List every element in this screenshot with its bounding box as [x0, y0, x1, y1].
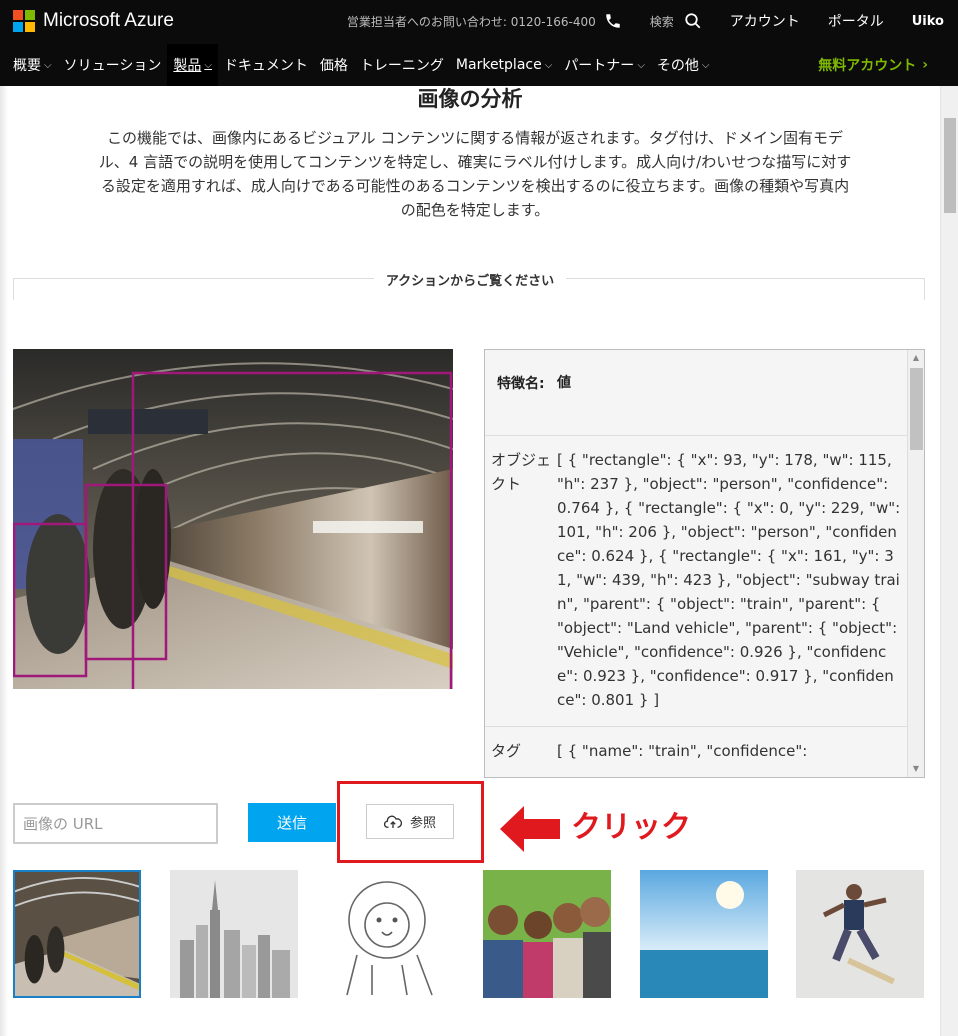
submit-button[interactable]: 送信	[248, 803, 336, 842]
nav-pricing[interactable]: 価格	[314, 44, 354, 86]
nav-marketplace-label: Marketplace	[455, 57, 542, 73]
analyzed-image	[13, 349, 453, 689]
feature-name-objects: オブジェクト	[491, 451, 552, 493]
nav-more[interactable]: その他 ⌵	[651, 44, 716, 86]
skateboarder-thumbnail	[796, 870, 924, 998]
nav-products-label: 製品	[173, 58, 202, 74]
arrow-left-icon	[500, 806, 560, 852]
family-thumbnail	[483, 870, 611, 998]
browse-label: 参照	[409, 816, 436, 831]
nav-training[interactable]: トレーニング	[354, 44, 450, 86]
nav-products[interactable]: 製品 ⌵	[167, 44, 218, 86]
top-header: Microsoft Azure 営業担当者へのお問い合わせ: 0120-166-…	[0, 0, 958, 86]
chevron-down-icon: ⌵	[44, 59, 52, 71]
nav-solutions[interactable]: ソリューション	[58, 44, 168, 86]
sample-thumb-skater[interactable]	[796, 870, 924, 998]
ocean-thumbnail	[640, 870, 768, 998]
nav-more-label: その他	[656, 58, 699, 74]
feature-value-objects: [ { "rectangle": { "x": 93, "y": 178, "w…	[557, 451, 901, 709]
results-panel[interactable]: 特徴名: 値 オブジェクト [ { "rectangle": { "x": 93…	[484, 349, 925, 778]
image-url-input[interactable]	[13, 803, 218, 844]
phone-icon	[605, 14, 620, 28]
sample-thumb-lion[interactable]	[327, 870, 455, 998]
results-scrollbar-thumb[interactable]	[910, 368, 923, 450]
contact-text: 営業担当者へのお問い合わせ: 0120-166-400	[346, 14, 596, 29]
page-scrollbar[interactable]	[940, 86, 958, 1036]
nav-overview[interactable]: 概要 ⌵	[0, 44, 58, 86]
user-name[interactable]: Uiko	[912, 14, 944, 29]
section-header: アクションからご覧ください	[0, 270, 940, 289]
microsoft-logo-icon	[13, 10, 35, 32]
sample-thumb-city[interactable]	[170, 870, 298, 998]
nav-pricing-label: 価格	[319, 58, 348, 74]
header-utilities: 営業担当者へのお問い合わせ: 0120-166-400 検索 アカウント ポータ…	[347, 10, 958, 32]
brand-name: Microsoft Azure	[43, 10, 174, 31]
scroll-up-icon[interactable]: ▲	[908, 350, 924, 366]
results-scrollbar[interactable]: ▲ ▼	[907, 350, 924, 777]
lion-drawing-thumbnail	[327, 870, 455, 998]
page-edge-shadow	[0, 86, 8, 1036]
nav-solutions-label: ソリューション	[63, 58, 162, 74]
header-search[interactable]: 検索	[650, 12, 702, 30]
value-header: 値	[557, 375, 571, 391]
scroll-down-icon[interactable]: ▼	[908, 761, 924, 777]
nav-marketplace[interactable]: Marketplace ⌵	[450, 44, 558, 86]
sample-images	[13, 870, 925, 1000]
nav-documents[interactable]: ドキュメント	[218, 44, 314, 86]
table-row: タグ [ { "name": "train", "confidence":	[485, 727, 908, 777]
table-row: オブジェクト [ { "rectangle": { "x": 93, "y": …	[485, 436, 908, 727]
search-icon	[685, 13, 701, 29]
chevron-right-icon: ›	[922, 57, 928, 73]
sample-thumb-family[interactable]	[483, 870, 611, 998]
chevron-down-icon: ⌵	[204, 59, 212, 71]
nav-training-label: トレーニング	[359, 58, 444, 74]
search-label: 検索	[649, 14, 674, 29]
free-account-link[interactable]: 無料アカウント ›	[818, 44, 928, 86]
sample-thumb-ocean[interactable]	[640, 870, 768, 998]
subway-photo	[13, 349, 453, 689]
sample-thumb-subway[interactable]	[13, 870, 141, 998]
page-title: 画像の分析	[417, 87, 523, 111]
chevron-down-icon: ⌵	[637, 59, 645, 71]
page-scrollbar-thumb[interactable]	[944, 118, 956, 213]
feature-value-tags: [ { "name": "train", "confidence":	[557, 742, 808, 760]
page-description: この機能では、画像内にあるビジュアル コンテンツに関する情報が返されます。タグ付…	[98, 129, 852, 219]
portal-link[interactable]: ポータル	[828, 11, 884, 31]
feature-name-header: 特徴名:	[497, 376, 545, 392]
chevron-down-icon: ⌵	[544, 59, 553, 71]
subway-thumbnail	[15, 872, 139, 996]
free-account-label: 無料アカウント	[818, 58, 917, 74]
cloud-upload-icon	[383, 815, 402, 828]
feature-name-tags: タグ	[491, 742, 522, 760]
section-label: アクションからご覧ください	[373, 274, 567, 289]
results-table: 特徴名: 値 オブジェクト [ { "rectangle": { "x": 93…	[485, 350, 908, 777]
nav-overview-label: 概要	[13, 58, 41, 74]
microsoft-logo[interactable]: Microsoft Azure	[13, 10, 174, 32]
city-thumbnail	[170, 870, 298, 998]
chevron-down-icon: ⌵	[701, 59, 710, 71]
nav-documents-label: ドキュメント	[223, 58, 308, 74]
browse-button[interactable]: 参照	[366, 804, 454, 839]
nav-partners-label: パートナー	[564, 58, 635, 74]
results-header-row: 特徴名: 値	[485, 350, 908, 436]
contact-sales[interactable]: 営業担当者へのお問い合わせ: 0120-166-400	[347, 12, 622, 30]
nav-partners[interactable]: パートナー ⌵	[558, 44, 651, 86]
account-link[interactable]: アカウント	[730, 11, 800, 31]
annotation-click-label: クリック	[571, 810, 691, 845]
main-nav: 概要 ⌵ ソリューション 製品 ⌵ ドキュメント 価格 トレーニング Marketp…	[0, 44, 958, 86]
